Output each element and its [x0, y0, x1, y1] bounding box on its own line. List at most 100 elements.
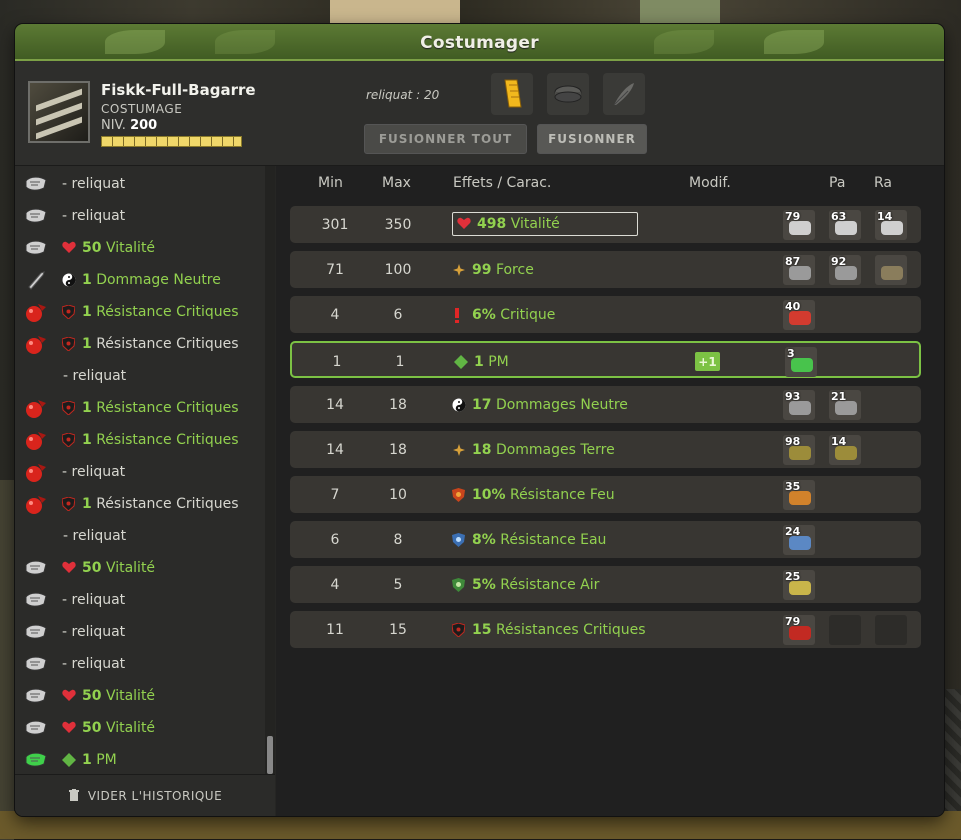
col-modif: Modif. [689, 175, 731, 191]
rune-slot[interactable]: 63 [829, 210, 861, 240]
history-text: Vitalité [105, 688, 156, 704]
rune-count: 40 [785, 300, 801, 313]
yinyang-icon [452, 398, 466, 412]
history-value: 1 [82, 400, 92, 416]
rune-icon [835, 221, 857, 235]
rune-icon [789, 581, 811, 595]
rune-icon [789, 311, 811, 325]
history-row: 50 Vitalité [15, 232, 155, 264]
history-row: 1 Dommage Neutre [15, 264, 221, 296]
rune-slot[interactable]: 93 [783, 390, 815, 420]
rune-slot[interactable]: 21 [829, 390, 861, 420]
shield-icon [61, 496, 76, 512]
effect-row[interactable]: 14 18 17 Dommages Neutre 93 21 [290, 386, 921, 423]
history-scrollbar[interactable] [267, 736, 273, 774]
window-title: Costumager [420, 32, 539, 53]
effect-row[interactable]: 7 10 10% Résistance Feu 35 [290, 476, 921, 513]
rune-slot[interactable]: 3 [785, 347, 817, 377]
history-row: - reliquat [15, 616, 125, 648]
rune-slot[interactable]: 24 [783, 525, 815, 555]
rune-slot[interactable]: 79 [783, 210, 815, 240]
history-value: 1 [82, 272, 92, 288]
history-scroll-track[interactable] [265, 166, 275, 774]
history-text: - reliquat [62, 624, 126, 640]
rune-count: 24 [785, 525, 801, 538]
character-header: Fiskk-Full-Bagarre COSTUMAGE NIV. 200 re… [15, 61, 944, 166]
history-text: - reliquat [63, 368, 127, 384]
yinyang-icon [62, 273, 76, 287]
history-row: - reliquat [15, 200, 125, 232]
rune-slot[interactable]: 79 [783, 615, 815, 645]
green-rune-icon [24, 748, 48, 772]
rune-slot[interactable]: 40 [783, 300, 815, 330]
rune-count: 25 [785, 570, 801, 583]
rune-slot[interactable]: 92 [829, 255, 861, 285]
rune-slot[interactable]: 14 [875, 210, 907, 240]
effect-label: Dommages Terre [495, 441, 615, 458]
effect-label: Force [495, 261, 534, 278]
effect-row[interactable]: 4 6 6% Critique 40 [290, 296, 921, 333]
slot-feather[interactable] [603, 73, 645, 115]
effect-row[interactable]: 71 100 99 Force 87 92 [290, 251, 921, 288]
effect-value: 1 [474, 353, 484, 370]
min-value: 301 [321, 216, 349, 233]
col-ra: Ra [874, 175, 892, 191]
rune-slot[interactable]: 35 [783, 480, 815, 510]
history-row: 50 Vitalité [15, 552, 155, 584]
empty-rune-slot[interactable] [875, 615, 907, 645]
effect-value: 5% [472, 576, 496, 593]
effect-row[interactable]: 4 5 5% Résistance Air 25 [290, 566, 921, 603]
slot-disc[interactable] [547, 73, 589, 115]
effect-value: 17 [472, 396, 492, 413]
heart-icon [457, 217, 471, 231]
effect-row[interactable]: 301 350 498 Vitalité 79 63 14 [290, 206, 921, 243]
effect-label: Résistance Eau [500, 531, 607, 548]
min-value: 1 [332, 353, 342, 370]
effect-cell: 6% Critique [452, 296, 555, 333]
empty-rune-slot[interactable] [829, 615, 861, 645]
effect-cell: 10% Résistance Feu [452, 476, 615, 513]
history-text: Vitalité [105, 240, 156, 256]
rune-slot[interactable] [875, 255, 907, 285]
effect-row[interactable]: 14 18 18 Dommages Terre 98 14 [290, 431, 921, 468]
rune-slot[interactable]: 14 [829, 435, 861, 465]
rune-slot[interactable]: 25 [783, 570, 815, 600]
rune-slot[interactable]: 98 [783, 435, 815, 465]
effect-cell: 18 Dommages Terre [452, 431, 615, 468]
rune-count: 93 [785, 390, 801, 403]
diamond-icon [454, 354, 468, 369]
fuse-all-button[interactable]: FUSIONNER TOUT [364, 124, 527, 154]
effect-value: 99 [472, 261, 492, 278]
rune-count: 21 [831, 390, 847, 403]
heart-icon [62, 689, 76, 703]
trash-icon [68, 789, 79, 801]
crit-shield-icon [451, 621, 466, 638]
rune-icon [24, 620, 48, 644]
heart-icon [62, 721, 76, 735]
rune-slot[interactable]: 87 [783, 255, 815, 285]
water-shield-icon [452, 532, 466, 547]
min-value: 4 [330, 576, 340, 593]
max-value: 10 [389, 486, 407, 503]
rune-icon [789, 266, 811, 280]
history-row: - reliquat [15, 520, 126, 552]
red-rune-icon [24, 460, 48, 484]
shield-icon [61, 432, 76, 448]
fuse-button[interactable]: FUSIONNER [537, 124, 647, 154]
history-text: Résistance Critiques [96, 496, 239, 512]
title-bar[interactable]: Costumager [15, 24, 944, 61]
rune-icon [24, 684, 48, 708]
slot-golden-feather[interactable] [491, 73, 533, 115]
costumager-window: Costumager Fiskk-Full-Bagarre COSTUMAGE … [15, 24, 944, 816]
effect-row[interactable]: 111 PM +1 3 [290, 341, 921, 378]
clear-history-button[interactable]: VIDER L'HISTORIQUE [15, 774, 275, 816]
history-row: 1 Résistance Critiques [15, 328, 239, 360]
history-row: - reliquat [15, 168, 125, 200]
effect-row[interactable]: 11 15 15 Résistances Critiques 79 [290, 611, 921, 648]
red-rune-icon [24, 300, 48, 324]
history-row: - reliquat [15, 360, 126, 392]
rune-count: 63 [831, 210, 847, 223]
effect-label: Critique [500, 306, 556, 323]
effects-panel: Min Max Effets / Carac. Modif. Pa Ra 301… [276, 166, 944, 816]
effect-row[interactable]: 6 8 8% Résistance Eau 24 [290, 521, 921, 558]
